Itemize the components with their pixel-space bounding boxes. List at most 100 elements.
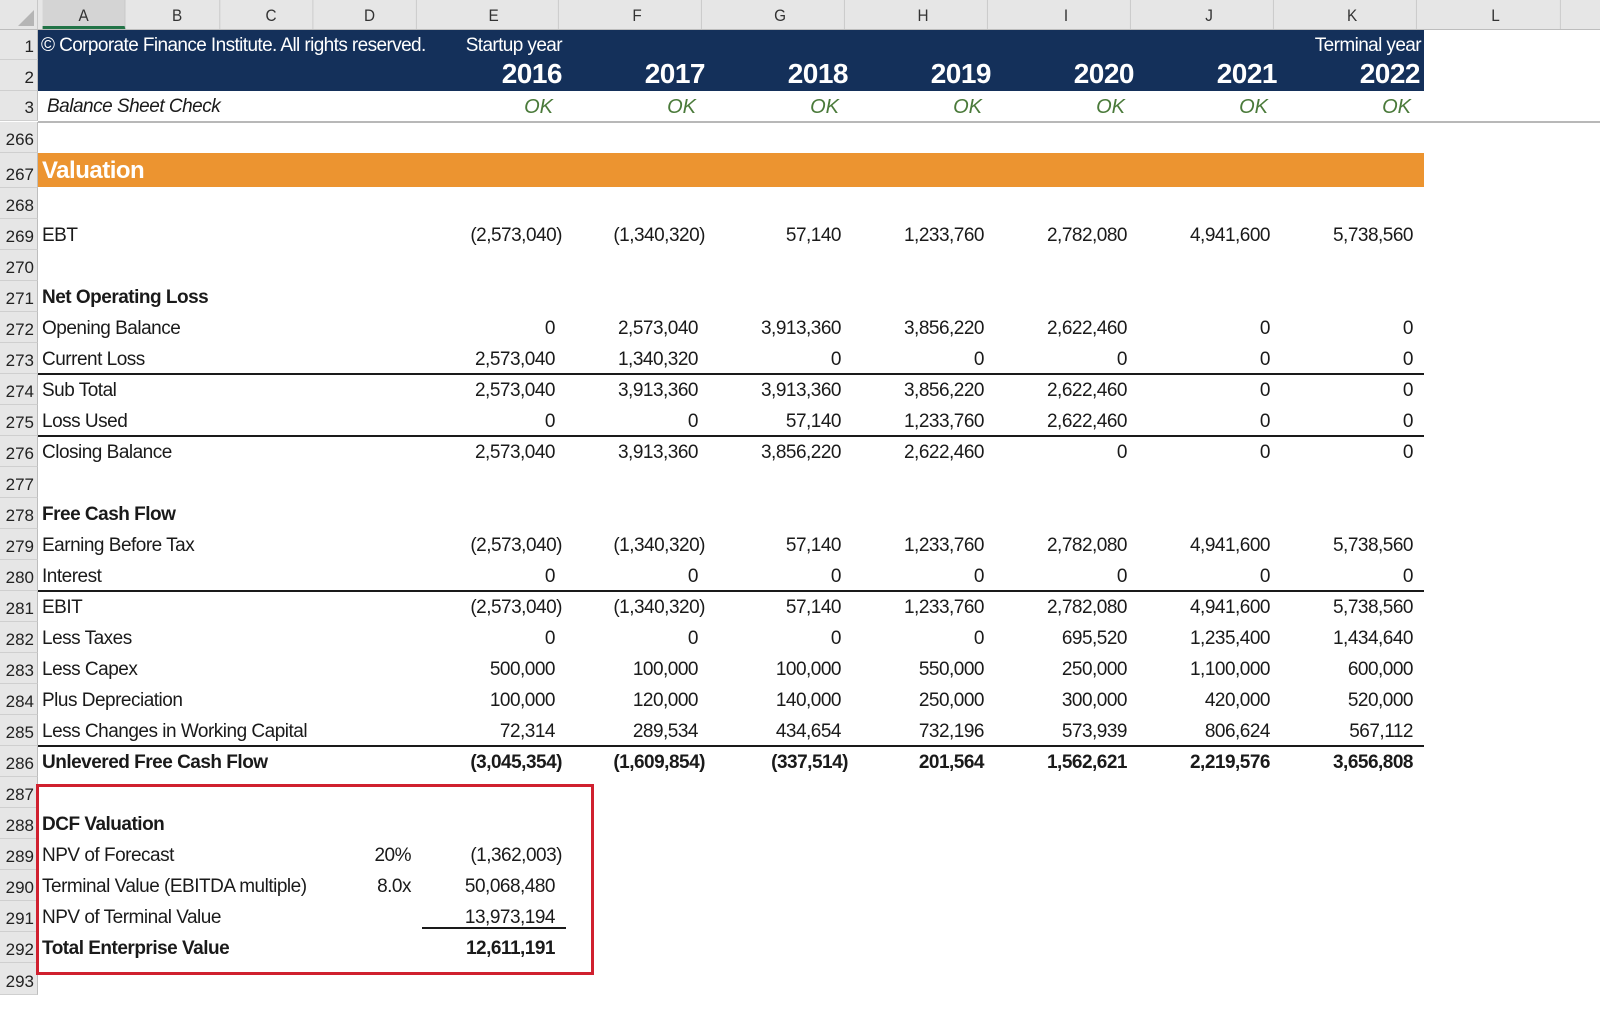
column-header-d[interactable]: D [323,0,417,29]
sub-total-value[interactable]: 3,913,360 [688,381,848,400]
row-header-2[interactable]: 2 [0,60,38,91]
column-header-j[interactable]: J [1145,0,1274,29]
loss-used-value[interactable]: 0 [1117,412,1277,431]
column-header-a[interactable]: A [42,0,126,29]
less-changes-in-working-capital-value[interactable]: 732,196 [831,722,991,741]
sub-total-value[interactable]: 3,856,220 [831,381,991,400]
closing-balance-value[interactable]: 0 [1260,443,1420,462]
column-header-i[interactable]: I [1002,0,1131,29]
column-header-b[interactable]: B [135,0,221,29]
row-header-269[interactable]: 269 [0,219,38,250]
interest-value[interactable]: 0 [688,567,848,586]
row-header-273[interactable]: 273 [0,343,38,374]
ebit-value[interactable]: 2,782,080 [974,598,1134,617]
earning-before-tax-value[interactable]: 4,941,600 [1117,536,1277,555]
less-taxes-value[interactable]: 0 [688,629,848,648]
row-header-291[interactable]: 291 [0,901,38,932]
sub-total-value[interactable]: 2,622,460 [974,381,1134,400]
unlevered-free-cash-flow-value[interactable]: (337,514) [688,753,848,772]
opening-balance-value[interactable]: 0 [1260,319,1420,338]
loss-used-value[interactable]: 1,233,760 [831,412,991,431]
plus-depreciation-value[interactable]: 420,000 [1117,691,1277,710]
current-loss-value[interactable]: 0 [1260,350,1420,369]
ebt-value[interactable]: 57,140 [688,226,848,245]
row-header-268[interactable]: 268 [0,188,38,219]
plus-depreciation-value[interactable]: 250,000 [831,691,991,710]
column-header-g[interactable]: G [716,0,845,29]
current-loss-value[interactable]: 0 [831,350,991,369]
interest-value[interactable]: 0 [974,567,1134,586]
ebt-value[interactable]: (1,340,320) [545,226,705,245]
unlevered-free-cash-flow-value[interactable]: 3,656,808 [1260,753,1420,772]
less-capex-value[interactable]: 600,000 [1260,660,1420,679]
less-taxes-value[interactable]: 695,520 [974,629,1134,648]
current-loss-value[interactable]: 0 [1117,350,1277,369]
row-header-288[interactable]: 288 [0,808,38,839]
sub-total-value[interactable]: 2,573,040 [402,381,562,400]
closing-balance-value[interactable]: 0 [974,443,1134,462]
row-header-270[interactable]: 270 [0,250,38,281]
closing-balance-value[interactable]: 3,913,360 [545,443,705,462]
column-header-l[interactable]: L [1431,0,1561,29]
row-header-279[interactable]: 279 [0,529,38,560]
row-header-286[interactable]: 286 [0,746,38,777]
row-header-285[interactable]: 285 [0,715,38,746]
plus-depreciation-value[interactable]: 300,000 [974,691,1134,710]
less-capex-value[interactable]: 500,000 [402,660,562,679]
less-capex-value[interactable]: 100,000 [545,660,705,679]
loss-used-value[interactable]: 57,140 [688,412,848,431]
closing-balance-value[interactable]: 0 [1117,443,1277,462]
current-loss-value[interactable]: 0 [974,350,1134,369]
row-header-287[interactable]: 287 [0,777,38,808]
ebit-value[interactable]: 57,140 [688,598,848,617]
less-capex-value[interactable]: 100,000 [688,660,848,679]
ebt-value[interactable]: 5,738,560 [1260,226,1420,245]
plus-depreciation-value[interactable]: 120,000 [545,691,705,710]
earning-before-tax-value[interactable]: 5,738,560 [1260,536,1420,555]
earning-before-tax-value[interactable]: 1,233,760 [831,536,991,555]
opening-balance-value[interactable]: 2,622,460 [974,319,1134,338]
ebit-value[interactable]: 4,941,600 [1117,598,1277,617]
opening-balance-value[interactable]: 0 [402,319,562,338]
less-taxes-value[interactable]: 1,434,640 [1260,629,1420,648]
ebt-value[interactable]: 4,941,600 [1117,226,1277,245]
row-header-290[interactable]: 290 [0,870,38,901]
sub-total-value[interactable]: 0 [1117,381,1277,400]
less-capex-value[interactable]: 1,100,000 [1117,660,1277,679]
select-all-button[interactable] [0,0,38,29]
loss-used-value[interactable]: 2,622,460 [974,412,1134,431]
row-header-278[interactable]: 278 [0,498,38,529]
row-header-282[interactable]: 282 [0,622,38,653]
row-header-275[interactable]: 275 [0,405,38,436]
row-header-266[interactable]: 266 [0,122,38,153]
column-header-e[interactable]: E [429,0,559,29]
interest-value[interactable]: 0 [831,567,991,586]
earning-before-tax-value[interactable]: (1,340,320) [545,536,705,555]
earning-before-tax-value[interactable]: (2,573,040) [402,536,562,555]
opening-balance-value[interactable]: 3,913,360 [688,319,848,338]
opening-balance-value[interactable]: 3,856,220 [831,319,991,338]
loss-used-value[interactable]: 0 [402,412,562,431]
earning-before-tax-value[interactable]: 57,140 [688,536,848,555]
interest-value[interactable]: 0 [402,567,562,586]
ebit-value[interactable]: (2,573,040) [402,598,562,617]
unlevered-free-cash-flow-value[interactable]: 2,219,576 [1117,753,1277,772]
less-changes-in-working-capital-value[interactable]: 72,314 [402,722,562,741]
column-header-f[interactable]: F [573,0,702,29]
row-header-283[interactable]: 283 [0,653,38,684]
row-header-271[interactable]: 271 [0,281,38,312]
row-header-267[interactable]: 267 [0,153,38,188]
loss-used-value[interactable]: 0 [1260,412,1420,431]
less-changes-in-working-capital-value[interactable]: 573,939 [974,722,1134,741]
ebit-value[interactable]: 1,233,760 [831,598,991,617]
row-header-3[interactable]: 3 [0,91,38,121]
unlevered-free-cash-flow-value[interactable]: 1,562,621 [974,753,1134,772]
interest-value[interactable]: 0 [545,567,705,586]
row-header-274[interactable]: 274 [0,374,38,405]
less-changes-in-working-capital-value[interactable]: 567,112 [1260,722,1420,741]
row-header-272[interactable]: 272 [0,312,38,343]
row-header-276[interactable]: 276 [0,436,38,467]
interest-value[interactable]: 0 [1260,567,1420,586]
less-changes-in-working-capital-value[interactable]: 289,534 [545,722,705,741]
less-capex-value[interactable]: 250,000 [974,660,1134,679]
